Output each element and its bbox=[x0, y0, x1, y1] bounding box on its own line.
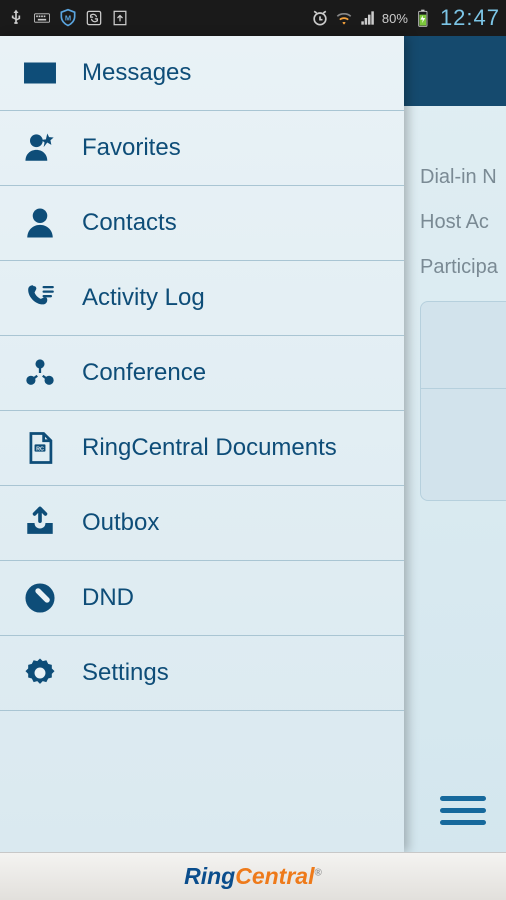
menu-item-documents[interactable]: RC RingCentral Documents bbox=[0, 411, 404, 486]
alarm-icon bbox=[310, 8, 330, 28]
envelope-icon bbox=[18, 51, 62, 95]
shield-icon: M bbox=[58, 8, 78, 28]
menu-label: Messages bbox=[82, 59, 191, 87]
menu-label: Contacts bbox=[82, 209, 177, 237]
menu-label: RingCentral Documents bbox=[82, 434, 337, 462]
svg-text:M: M bbox=[65, 14, 71, 23]
signal-icon bbox=[358, 8, 378, 28]
sync-icon bbox=[84, 8, 104, 28]
menu-item-favorites[interactable]: Favorites bbox=[0, 111, 404, 186]
activity-icon bbox=[18, 276, 62, 320]
menu-label: DND bbox=[82, 584, 134, 612]
menu-item-settings[interactable]: Settings bbox=[0, 636, 404, 711]
menu-label: Activity Log bbox=[82, 284, 205, 312]
bg-text-host: Host Ac bbox=[420, 211, 506, 234]
menu-label: Settings bbox=[82, 659, 169, 687]
bg-text-dialin: Dial-in N bbox=[420, 166, 506, 189]
menu-item-contacts[interactable]: Contacts bbox=[0, 186, 404, 261]
conference-icon bbox=[18, 351, 62, 395]
android-status-bar: M 80% 12:47 bbox=[0, 0, 506, 36]
battery-icon bbox=[412, 8, 432, 28]
menu-item-activity-log[interactable]: Activity Log bbox=[0, 261, 404, 336]
navigation-drawer: Messages Favorites Contacts Activity Log bbox=[0, 36, 404, 852]
upload-icon bbox=[110, 8, 130, 28]
status-clock: 12:47 bbox=[440, 5, 500, 31]
menu-item-conference[interactable]: Conference bbox=[0, 336, 404, 411]
footer-logo-bar: RingCentral® bbox=[0, 852, 506, 900]
document-icon: RC bbox=[18, 426, 62, 470]
status-left-icons: M bbox=[6, 8, 130, 28]
outbox-icon bbox=[18, 501, 62, 545]
keyboard-icon bbox=[32, 8, 52, 28]
menu-label: Outbox bbox=[82, 509, 159, 537]
battery-percent: 80% bbox=[382, 11, 408, 26]
contact-icon bbox=[18, 201, 62, 245]
hamburger-menu-button[interactable] bbox=[440, 790, 486, 830]
usb-icon bbox=[6, 8, 26, 28]
wifi-icon bbox=[334, 8, 354, 28]
favorite-icon bbox=[18, 126, 62, 170]
menu-item-dnd[interactable]: DND bbox=[0, 561, 404, 636]
bg-panel bbox=[420, 301, 506, 501]
menu-item-messages[interactable]: Messages bbox=[0, 36, 404, 111]
ringcentral-logo: RingCentral® bbox=[184, 863, 322, 890]
settings-icon bbox=[18, 651, 62, 695]
dnd-icon bbox=[18, 576, 62, 620]
menu-label: Conference bbox=[82, 359, 206, 387]
status-right-icons: 80% 12:47 bbox=[310, 5, 500, 31]
svg-text:RC: RC bbox=[36, 447, 44, 453]
menu-item-outbox[interactable]: Outbox bbox=[0, 486, 404, 561]
menu-label: Favorites bbox=[82, 134, 181, 162]
bg-text-participant: Participa bbox=[420, 256, 506, 279]
